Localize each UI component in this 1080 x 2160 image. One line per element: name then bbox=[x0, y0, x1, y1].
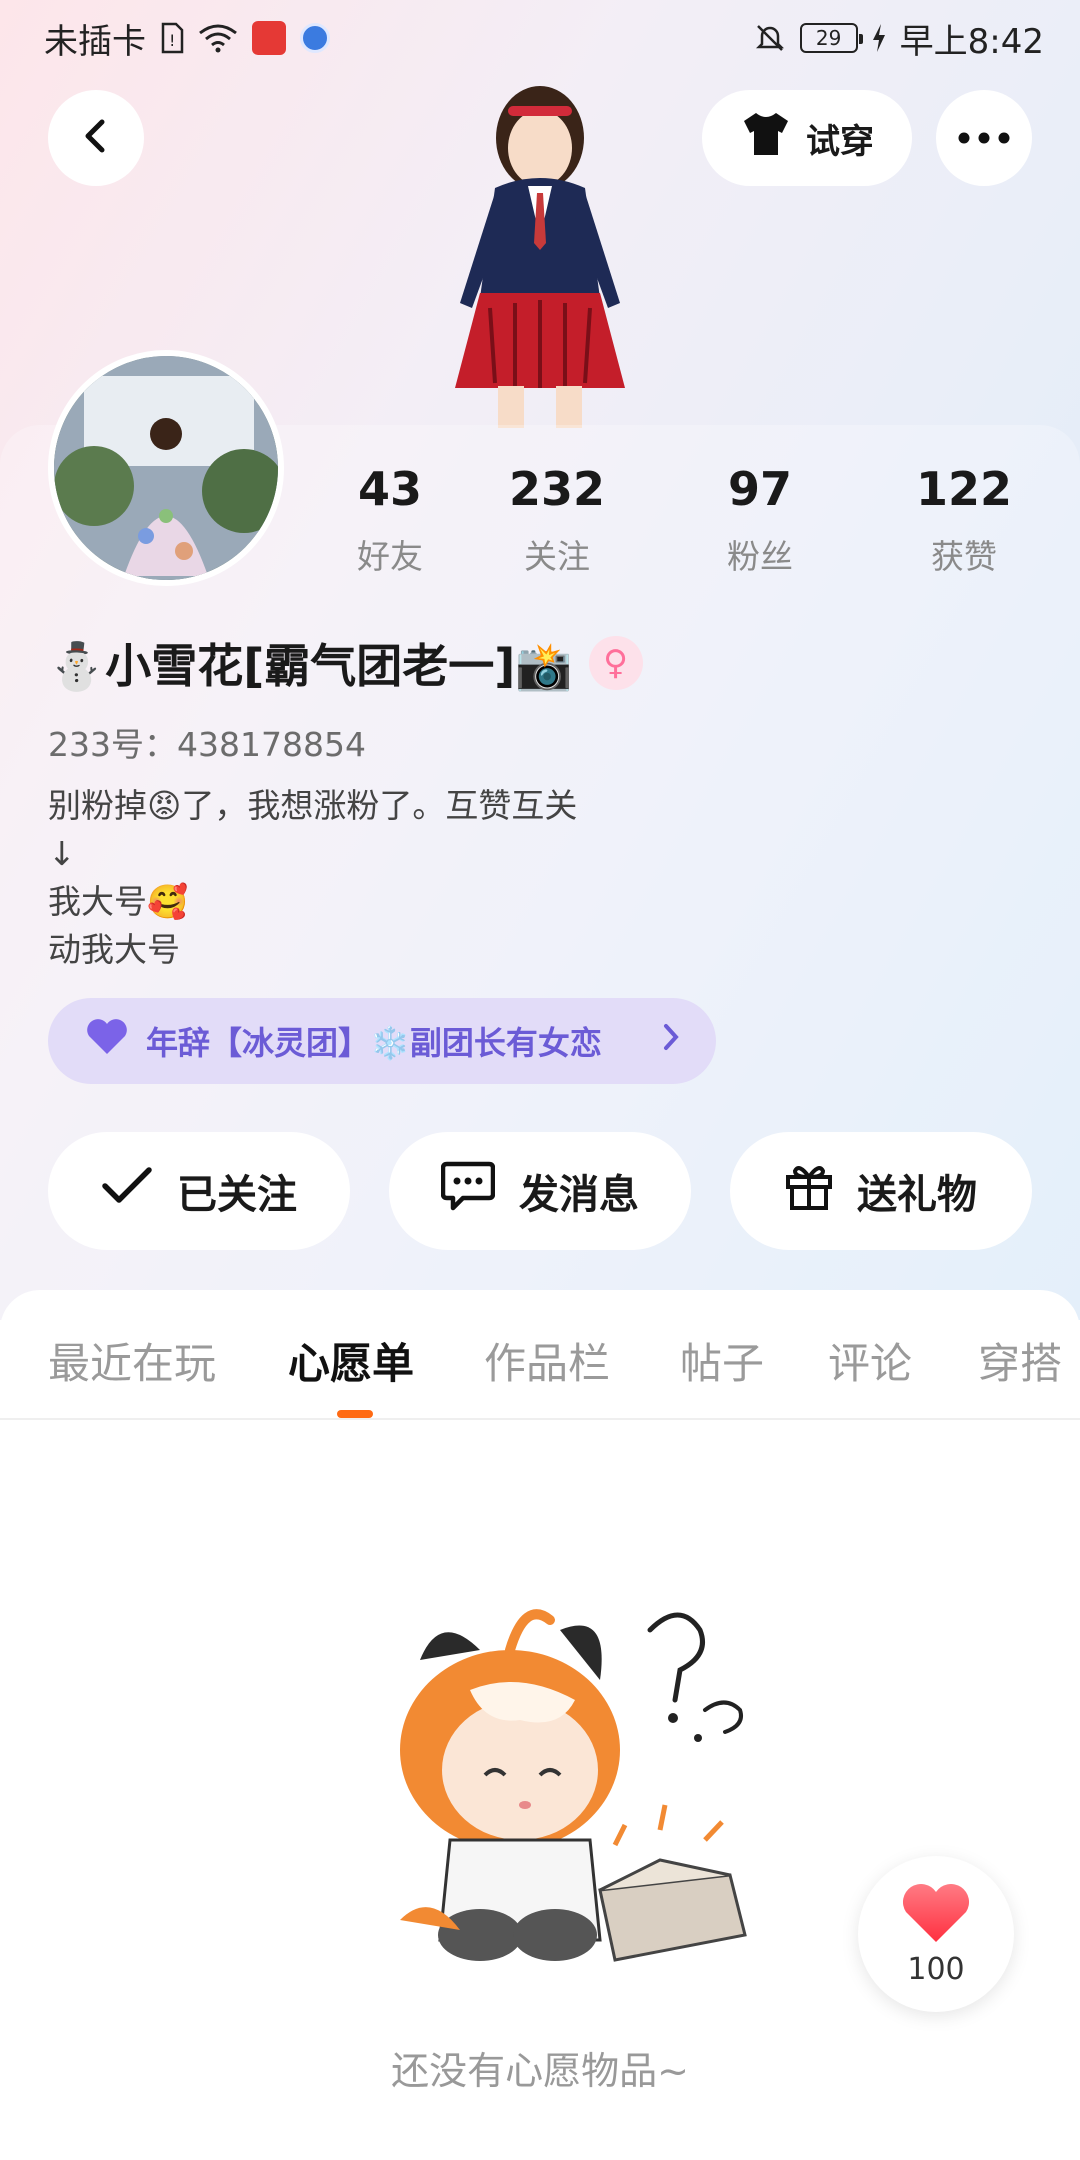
stat-likes[interactable]: 122 获赞 bbox=[874, 462, 1054, 578]
profile-avatar[interactable] bbox=[48, 350, 284, 586]
chevron-right-icon bbox=[662, 1021, 680, 1061]
tab-wishlist[interactable]: 心愿单 bbox=[288, 1330, 414, 1391]
stat-label: 粉丝 bbox=[727, 537, 793, 576]
stat-label: 好友 bbox=[357, 537, 423, 576]
chevron-left-icon bbox=[76, 116, 116, 160]
active-tab-indicator bbox=[337, 1410, 373, 1418]
followed-button[interactable]: 已关注 bbox=[48, 1132, 350, 1250]
gift-icon bbox=[785, 1161, 833, 1221]
stat-value: 97 bbox=[727, 462, 792, 516]
bell-muted-icon bbox=[754, 22, 786, 54]
charging-icon bbox=[872, 24, 886, 52]
female-gender-icon: ♀ bbox=[588, 636, 643, 690]
huawei-appgallery-icon bbox=[252, 21, 286, 55]
user-id[interactable]: 233号：438178854 bbox=[48, 718, 366, 766]
group-pill[interactable]: 年辞【冰灵团】❄️副团长有女恋 bbox=[48, 998, 716, 1084]
stat-value: 232 bbox=[508, 462, 606, 516]
stat-label: 关注 bbox=[524, 537, 590, 576]
tab-recently-played[interactable]: 最近在玩 bbox=[48, 1330, 216, 1391]
send-gift-button[interactable]: 送礼物 bbox=[730, 1132, 1032, 1250]
tabs-divider bbox=[0, 1418, 1080, 1420]
chat-bubble-icon bbox=[440, 1160, 496, 1222]
send-message-button[interactable]: 发消息 bbox=[389, 1132, 691, 1250]
stat-value: 43 bbox=[357, 462, 422, 516]
tab-posts[interactable]: 帖子 bbox=[680, 1330, 764, 1391]
profile-name-row: ⛄小雪花[霸气团老一]📸 ♀ bbox=[48, 630, 643, 696]
profile-name: ⛄小雪花[霸气团老一]📸 bbox=[48, 639, 573, 693]
stat-followers[interactable]: 97 粉丝 bbox=[670, 462, 850, 578]
battery-icon: 29 bbox=[799, 23, 863, 53]
clock: 早上8:42 bbox=[899, 21, 1044, 62]
bio-line: 动我大号 bbox=[48, 930, 180, 969]
like-count: 100 bbox=[907, 1951, 965, 1987]
heart-icon bbox=[84, 1018, 130, 1064]
battery-level: 29 bbox=[815, 26, 842, 50]
stat-following[interactable]: 232 关注 bbox=[467, 462, 647, 578]
more-options-button[interactable] bbox=[936, 90, 1032, 186]
carrier-label: 未插卡 bbox=[44, 21, 146, 62]
profile-bio: 别粉掉😡了，我想涨粉了。互赞互关 ↓ 我大号🥰 动我大号 bbox=[48, 782, 577, 974]
bio-line: ↓ bbox=[48, 834, 76, 873]
followed-label: 已关注 bbox=[177, 1172, 297, 1218]
bio-line: 我大号🥰 bbox=[48, 882, 189, 921]
heart-icon bbox=[900, 1882, 972, 1948]
sim-icon: ! bbox=[160, 22, 184, 54]
stat-label: 获赞 bbox=[931, 537, 997, 576]
try-on-label: 试穿 bbox=[806, 121, 874, 162]
status-bar: 未插卡 ! 29 早上8:42 bbox=[0, 0, 1080, 76]
empty-wishlist-illustration bbox=[360, 1590, 760, 1990]
group-label: 年辞【冰灵团】❄️副团长有女恋 bbox=[146, 1024, 602, 1062]
send-gift-label: 送礼物 bbox=[857, 1172, 977, 1218]
stat-value: 122 bbox=[915, 462, 1013, 516]
tab-comments[interactable]: 评论 bbox=[828, 1330, 912, 1391]
stats-row: 43 好友 232 关注 97 粉丝 122 获赞 bbox=[300, 462, 1060, 592]
check-icon bbox=[101, 1166, 153, 1216]
tab-works[interactable]: 作品栏 bbox=[484, 1330, 610, 1391]
back-button[interactable] bbox=[48, 90, 144, 186]
3d-character-avatar[interactable] bbox=[400, 68, 680, 428]
send-message-label: 发消息 bbox=[519, 1172, 639, 1218]
browser-icon bbox=[300, 23, 330, 53]
try-on-button[interactable]: 试穿 bbox=[702, 90, 912, 186]
more-dots-icon bbox=[958, 129, 1010, 148]
bio-line: 别粉掉😡了，我想涨粉了。互赞互关 bbox=[48, 786, 578, 825]
svg-text:!: ! bbox=[169, 31, 175, 50]
tshirt-icon bbox=[740, 111, 792, 166]
stat-friends[interactable]: 43 好友 bbox=[300, 462, 480, 578]
wifi-icon bbox=[198, 23, 238, 53]
tab-outfits[interactable]: 穿搭 bbox=[978, 1330, 1062, 1391]
empty-wishlist-text: 还没有心愿物品~ bbox=[391, 2049, 689, 2093]
floating-like-button[interactable]: 100 bbox=[858, 1856, 1014, 2012]
